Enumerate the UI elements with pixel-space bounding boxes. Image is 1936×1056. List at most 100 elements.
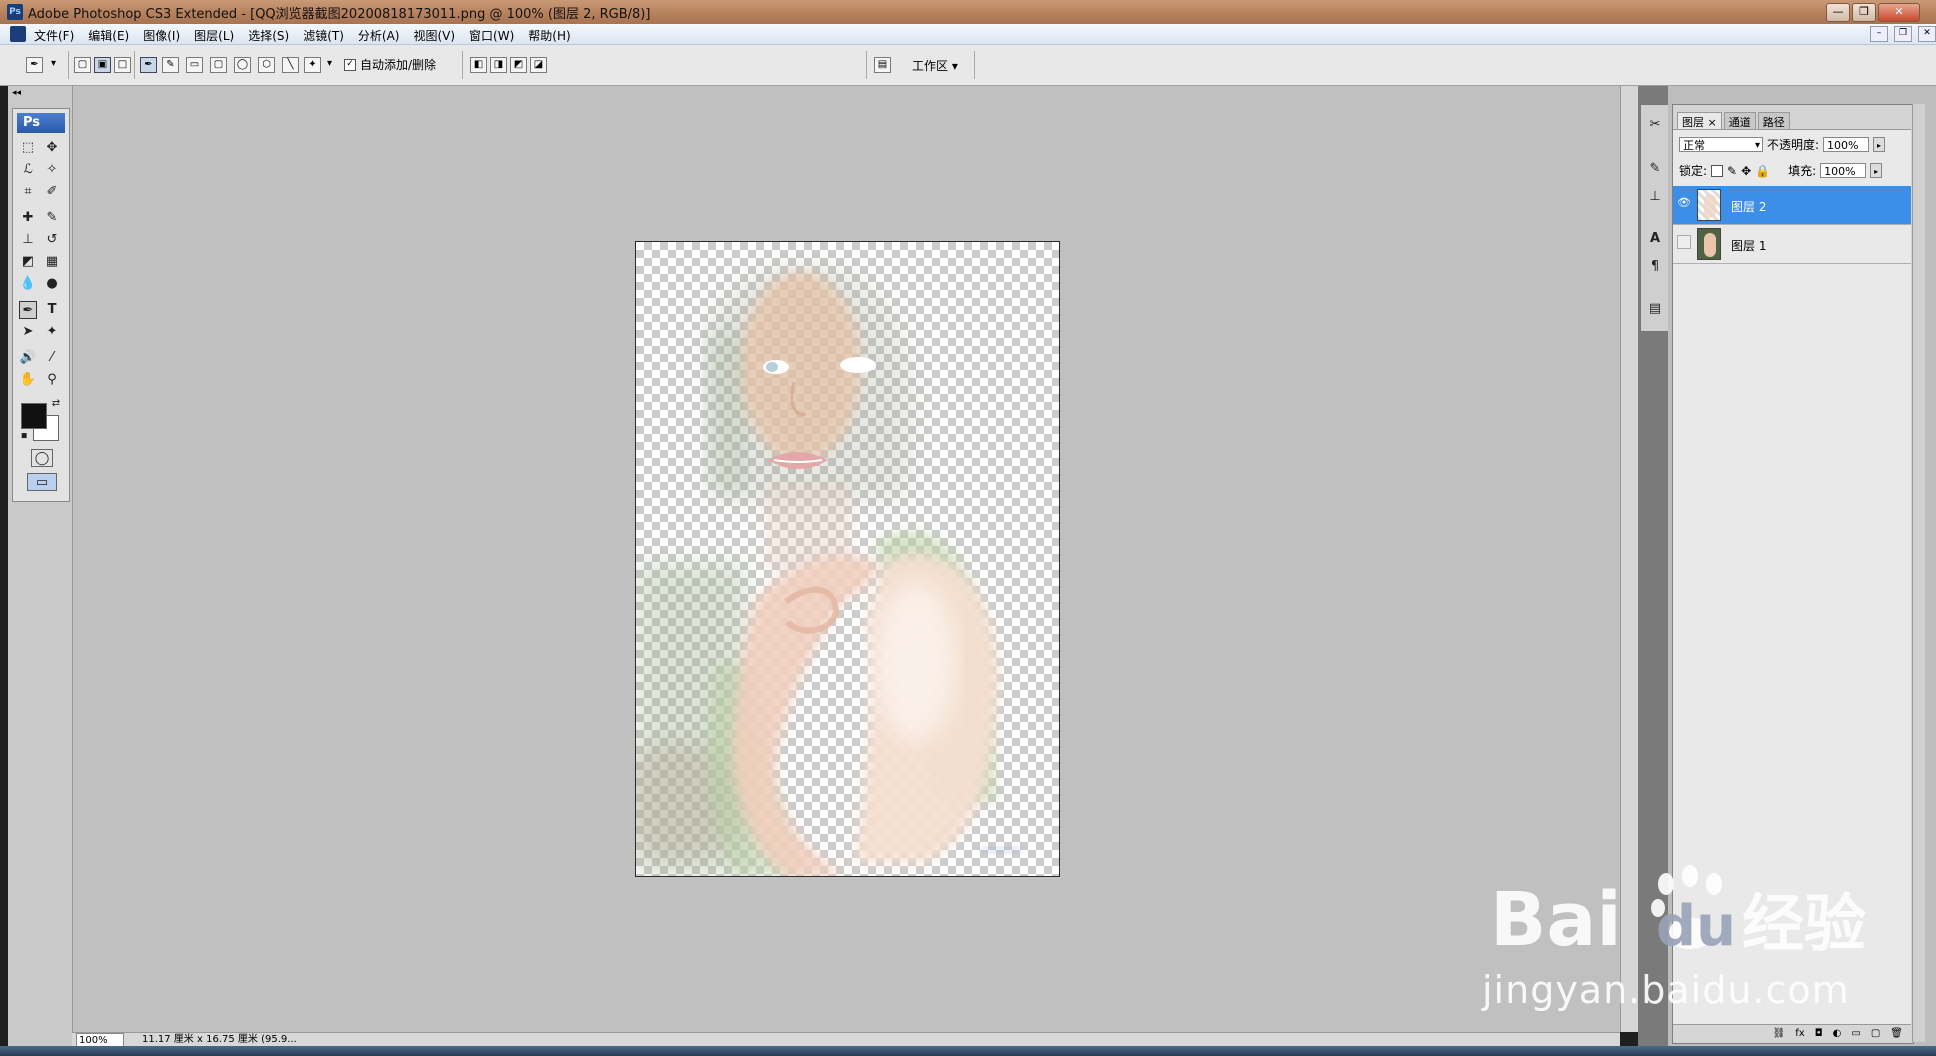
fill-field[interactable]: 100% xyxy=(1820,163,1867,178)
healing-brush-icon[interactable]: ✚ xyxy=(19,209,37,227)
layer-name[interactable]: 图层 1 xyxy=(1731,237,1766,254)
polygon-shape-icon[interactable]: ⬡ xyxy=(258,57,275,73)
crop-icon[interactable]: ⌗ xyxy=(19,183,37,201)
menu-help[interactable]: 帮助(H) xyxy=(528,27,570,44)
document-app-icon[interactable] xyxy=(10,26,26,42)
subtract-paths-icon[interactable]: ◨ xyxy=(490,57,507,73)
menu-view[interactable]: 视图(V) xyxy=(413,27,455,44)
collapse-tools-icon[interactable]: ◂◂ xyxy=(12,88,21,98)
geometry-options-icon[interactable]: ▾ xyxy=(322,57,337,71)
auto-add-delete-checkbox[interactable]: ✓ xyxy=(344,58,356,71)
menu-filter[interactable]: 滤镜(T) xyxy=(303,27,344,44)
mask-icon[interactable]: ◘ xyxy=(1815,1025,1823,1042)
custom-shape-icon[interactable]: ✦ xyxy=(304,57,321,73)
history-icon[interactable]: ▤ xyxy=(1645,299,1665,319)
lock-all-icon[interactable]: 🔒 xyxy=(1755,164,1770,178)
hand-icon[interactable]: ✋ xyxy=(19,371,37,389)
slice-icon[interactable]: ✐ xyxy=(43,183,61,201)
minimize-button[interactable]: — xyxy=(1826,3,1850,22)
history-brush-icon[interactable]: ↺ xyxy=(43,231,61,249)
pen-tool-option-icon[interactable]: ✒ xyxy=(140,57,157,73)
layer-row-1[interactable]: 图层 1 xyxy=(1673,225,1911,264)
menu-edit[interactable]: 编辑(E) xyxy=(88,27,129,44)
clone-stamp-icon[interactable]: ⊥ xyxy=(19,231,37,249)
menu-image[interactable]: 图像(I) xyxy=(143,27,180,44)
trash-icon[interactable]: 🗑 xyxy=(1890,1025,1903,1042)
fx-icon[interactable]: fx xyxy=(1795,1025,1804,1042)
document-info[interactable]: 11.17 厘米 x 16.75 厘米 (95.9... xyxy=(142,1033,297,1047)
lock-position-icon[interactable]: ✥ xyxy=(1741,164,1751,178)
visibility-off-icon[interactable] xyxy=(1677,235,1691,249)
layer-image xyxy=(636,261,1021,876)
doc-minimize-button[interactable]: – xyxy=(1870,26,1888,42)
menu-window[interactable]: 窗口(W) xyxy=(469,27,514,44)
paths-mode-icon[interactable]: ▣ xyxy=(94,57,111,73)
rectangle-shape-icon[interactable]: ▭ xyxy=(186,57,203,73)
menu-layer[interactable]: 图层(L) xyxy=(194,27,234,44)
dodge-icon[interactable]: ● xyxy=(43,275,61,293)
rounded-rectangle-icon[interactable]: ▢ xyxy=(210,57,227,73)
character-icon[interactable]: A xyxy=(1645,229,1665,249)
blend-mode-select[interactable]: 正常 xyxy=(1679,137,1763,153)
magic-wand-icon[interactable]: ✧ xyxy=(43,161,61,179)
brush-icon[interactable]: ✎ xyxy=(43,209,61,227)
opacity-slider-button[interactable]: ▸ xyxy=(1873,137,1886,152)
brushes-icon[interactable]: ✎ xyxy=(1645,159,1665,179)
type-icon[interactable]: T xyxy=(43,301,61,319)
link-icon[interactable]: ⛓ xyxy=(1773,1025,1786,1042)
menu-select[interactable]: 选择(S) xyxy=(248,27,289,44)
clone-source-icon[interactable]: ⊥ xyxy=(1645,187,1665,207)
maximize-button[interactable]: ❐ xyxy=(1852,3,1876,22)
shape-icon[interactable]: ✦ xyxy=(43,323,61,341)
pen-icon[interactable]: ✒ xyxy=(19,301,37,319)
gradient-icon[interactable]: ▦ xyxy=(43,253,61,271)
quick-mask-icon[interactable]: ◯ xyxy=(31,449,53,467)
layer-row-2[interactable]: 👁 图层 2 xyxy=(1673,186,1911,225)
lasso-icon[interactable]: ℒ xyxy=(19,161,37,179)
bridge-icon[interactable]: ▤ xyxy=(874,57,891,73)
zoom-icon[interactable]: ⚲ xyxy=(43,371,61,389)
panel-scrollbar[interactable] xyxy=(1912,104,1925,1042)
menu-analysis[interactable]: 分析(A) xyxy=(358,27,400,44)
fill-slider-button[interactable]: ▸ xyxy=(1870,163,1883,178)
preset-dropdown-icon[interactable]: ▾ xyxy=(46,57,61,71)
doc-close-button[interactable]: ✕ xyxy=(1918,26,1936,42)
pen-preset-icon[interactable]: ✒ xyxy=(26,57,43,73)
swap-colors-icon[interactable]: ⇄ xyxy=(47,395,65,413)
line-shape-icon[interactable]: ╲ xyxy=(282,57,299,73)
default-colors-icon[interactable]: ◾ xyxy=(15,427,33,445)
move-icon[interactable]: ✥ xyxy=(43,139,61,157)
visibility-eye-icon[interactable]: 👁 xyxy=(1677,196,1691,210)
layer-name[interactable]: 图层 2 xyxy=(1731,198,1766,215)
close-button[interactable]: ✕ xyxy=(1878,3,1920,22)
opacity-label: 不透明度: xyxy=(1767,138,1820,152)
intersect-paths-icon[interactable]: ◩ xyxy=(510,57,527,73)
notes-icon[interactable]: 🔊 xyxy=(19,349,37,367)
marquee-icon[interactable]: ⬚ xyxy=(19,139,37,157)
doc-restore-button[interactable]: ❐ xyxy=(1894,26,1912,42)
adjustment-icon[interactable]: ◐ xyxy=(1833,1025,1842,1042)
ellipse-shape-icon[interactable]: ◯ xyxy=(234,57,251,73)
lock-transparency-icon[interactable] xyxy=(1711,164,1724,177)
foreground-color-swatch[interactable] xyxy=(21,403,47,429)
fill-pixels-icon[interactable]: □ xyxy=(114,57,131,73)
document-canvas[interactable] xyxy=(635,241,1060,877)
eyedropper-icon[interactable]: ⁄ xyxy=(43,349,61,367)
exclude-paths-icon[interactable]: ◪ xyxy=(530,57,547,73)
shape-layers-icon[interactable]: ▢ xyxy=(74,57,91,73)
menu-file[interactable]: 文件(F) xyxy=(34,27,74,44)
auto-add-delete-option[interactable]: ✓ 自动添加/删除 xyxy=(344,56,436,73)
screen-mode-icon[interactable]: ▭ xyxy=(27,473,57,491)
workspace-menu[interactable]: 工作区 ▾ xyxy=(912,57,958,74)
freeform-pen-icon[interactable]: ✎ xyxy=(162,57,179,73)
path-select-icon[interactable]: ➤ xyxy=(19,323,37,341)
navigator-icon[interactable]: ✂ xyxy=(1645,115,1665,135)
eraser-icon[interactable]: ◩ xyxy=(19,253,37,271)
paragraph-icon[interactable]: ¶ xyxy=(1645,257,1665,277)
lock-pixels-icon[interactable]: ✎ xyxy=(1727,164,1737,178)
blur-icon[interactable]: 💧 xyxy=(19,275,37,293)
opacity-field[interactable]: 100% xyxy=(1823,137,1870,152)
new-layer-icon[interactable]: ▢ xyxy=(1871,1025,1880,1042)
combine-paths-icon[interactable]: ◧ xyxy=(470,57,487,73)
folder-icon[interactable]: ▭ xyxy=(1851,1025,1860,1042)
